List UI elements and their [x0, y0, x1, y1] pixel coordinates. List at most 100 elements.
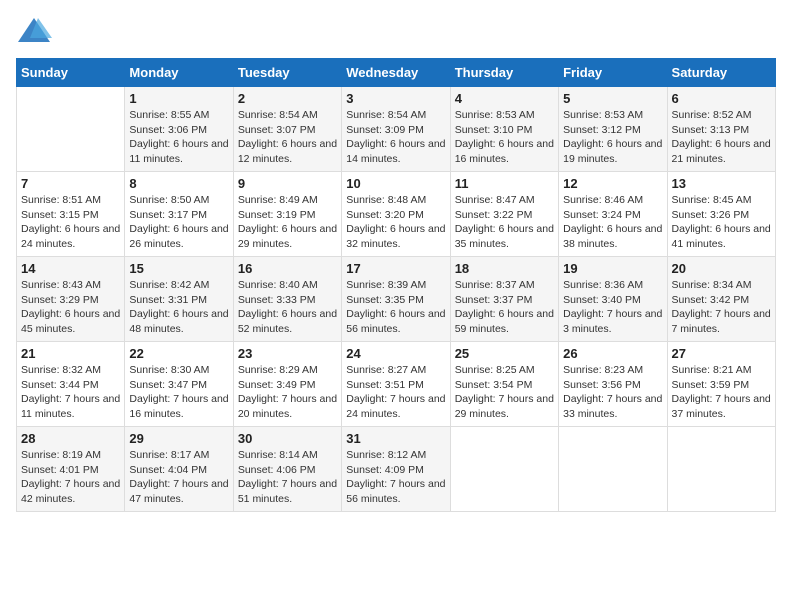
day-detail: Sunrise: 8:37 AMSunset: 3:37 PMDaylight:… — [455, 278, 554, 337]
day-number: 17 — [346, 261, 445, 276]
day-detail: Sunrise: 8:29 AMSunset: 3:49 PMDaylight:… — [238, 363, 337, 422]
day-cell — [667, 427, 775, 512]
day-cell: 14 Sunrise: 8:43 AMSunset: 3:29 PMDayligh… — [17, 257, 125, 342]
day-number: 4 — [455, 91, 554, 106]
week-row-5: 28 Sunrise: 8:19 AMSunset: 4:01 PMDayligh… — [17, 427, 776, 512]
day-detail: Sunrise: 8:34 AMSunset: 3:42 PMDaylight:… — [672, 278, 771, 337]
col-friday: Friday — [559, 59, 667, 87]
week-row-2: 7 Sunrise: 8:51 AMSunset: 3:15 PMDaylight… — [17, 172, 776, 257]
day-detail: Sunrise: 8:46 AMSunset: 3:24 PMDaylight:… — [563, 193, 662, 252]
day-detail: Sunrise: 8:50 AMSunset: 3:17 PMDaylight:… — [129, 193, 228, 252]
day-detail: Sunrise: 8:21 AMSunset: 3:59 PMDaylight:… — [672, 363, 771, 422]
page-header — [16, 16, 776, 46]
col-tuesday: Tuesday — [233, 59, 341, 87]
day-cell: 6 Sunrise: 8:52 AMSunset: 3:13 PMDaylight… — [667, 87, 775, 172]
day-cell: 7 Sunrise: 8:51 AMSunset: 3:15 PMDaylight… — [17, 172, 125, 257]
day-detail: Sunrise: 8:54 AMSunset: 3:07 PMDaylight:… — [238, 108, 337, 167]
day-number: 6 — [672, 91, 771, 106]
day-cell: 2 Sunrise: 8:54 AMSunset: 3:07 PMDaylight… — [233, 87, 341, 172]
day-detail: Sunrise: 8:43 AMSunset: 3:29 PMDaylight:… — [21, 278, 120, 337]
day-number: 21 — [21, 346, 120, 361]
day-number: 2 — [238, 91, 337, 106]
day-cell — [559, 427, 667, 512]
day-cell: 26Sunrise: 8:23 AMSunset: 3:56 PMDayligh… — [559, 342, 667, 427]
day-cell: 28 Sunrise: 8:19 AMSunset: 4:01 PMDayligh… — [17, 427, 125, 512]
day-detail: Sunrise: 8:14 AMSunset: 4:06 PMDaylight:… — [238, 448, 337, 507]
day-number: 11 — [455, 176, 554, 191]
day-cell: 10 Sunrise: 8:48 AMSunset: 3:20 PMDayligh… — [342, 172, 450, 257]
day-cell: 25Sunrise: 8:25 AMSunset: 3:54 PMDayligh… — [450, 342, 558, 427]
day-detail: Sunrise: 8:51 AMSunset: 3:15 PMDaylight:… — [21, 193, 120, 252]
day-detail: Sunrise: 8:30 AMSunset: 3:47 PMDaylight:… — [129, 363, 228, 422]
week-row-3: 14 Sunrise: 8:43 AMSunset: 3:29 PMDayligh… — [17, 257, 776, 342]
day-detail: Sunrise: 8:54 AMSunset: 3:09 PMDaylight:… — [346, 108, 445, 167]
day-cell: 16 Sunrise: 8:40 AMSunset: 3:33 PMDayligh… — [233, 257, 341, 342]
day-cell: 23 Sunrise: 8:29 AMSunset: 3:49 PMDayligh… — [233, 342, 341, 427]
header-row: Sunday Monday Tuesday Wednesday Thursday… — [17, 59, 776, 87]
day-cell: 12Sunrise: 8:46 AMSunset: 3:24 PMDayligh… — [559, 172, 667, 257]
day-detail: Sunrise: 8:55 AMSunset: 3:06 PMDaylight:… — [129, 108, 228, 167]
day-detail: Sunrise: 8:53 AMSunset: 3:10 PMDaylight:… — [455, 108, 554, 167]
day-number: 28 — [21, 431, 120, 446]
logo — [16, 16, 56, 46]
day-detail: Sunrise: 8:36 AMSunset: 3:40 PMDaylight:… — [563, 278, 662, 337]
week-row-4: 21 Sunrise: 8:32 AMSunset: 3:44 PMDayligh… — [17, 342, 776, 427]
day-number: 20 — [672, 261, 771, 276]
col-wednesday: Wednesday — [342, 59, 450, 87]
day-number: 13 — [672, 176, 771, 191]
day-cell: 21 Sunrise: 8:32 AMSunset: 3:44 PMDayligh… — [17, 342, 125, 427]
day-detail: Sunrise: 8:45 AMSunset: 3:26 PMDaylight:… — [672, 193, 771, 252]
day-number: 30 — [238, 431, 337, 446]
day-number: 19 — [563, 261, 662, 276]
day-cell: 31 Sunrise: 8:12 AMSunset: 4:09 PMDayligh… — [342, 427, 450, 512]
day-cell: 19 Sunrise: 8:36 AMSunset: 3:40 PMDayligh… — [559, 257, 667, 342]
day-number: 8 — [129, 176, 228, 191]
day-cell: 9Sunrise: 8:49 AMSunset: 3:19 PMDaylight… — [233, 172, 341, 257]
day-number: 27 — [672, 346, 771, 361]
day-cell: 13 Sunrise: 8:45 AMSunset: 3:26 PMDayligh… — [667, 172, 775, 257]
day-detail: Sunrise: 8:47 AMSunset: 3:22 PMDaylight:… — [455, 193, 554, 252]
col-monday: Monday — [125, 59, 233, 87]
day-number: 31 — [346, 431, 445, 446]
day-number: 7 — [21, 176, 120, 191]
day-number: 29 — [129, 431, 228, 446]
day-number: 14 — [21, 261, 120, 276]
day-detail: Sunrise: 8:27 AMSunset: 3:51 PMDaylight:… — [346, 363, 445, 422]
day-number: 3 — [346, 91, 445, 106]
day-detail: Sunrise: 8:53 AMSunset: 3:12 PMDaylight:… — [563, 108, 662, 167]
day-cell: 22 Sunrise: 8:30 AMSunset: 3:47 PMDayligh… — [125, 342, 233, 427]
day-cell: 20 Sunrise: 8:34 AMSunset: 3:42 PMDayligh… — [667, 257, 775, 342]
day-detail: Sunrise: 8:42 AMSunset: 3:31 PMDaylight:… — [129, 278, 228, 337]
day-number: 16 — [238, 261, 337, 276]
day-number: 22 — [129, 346, 228, 361]
calendar-body: 1 Sunrise: 8:55 AMSunset: 3:06 PMDaylight… — [17, 87, 776, 512]
day-cell: 5 Sunrise: 8:53 AMSunset: 3:12 PMDaylight… — [559, 87, 667, 172]
day-number: 5 — [563, 91, 662, 106]
day-detail: Sunrise: 8:17 AMSunset: 4:04 PMDaylight:… — [129, 448, 228, 507]
col-saturday: Saturday — [667, 59, 775, 87]
day-detail: Sunrise: 8:19 AMSunset: 4:01 PMDaylight:… — [21, 448, 120, 507]
day-number: 24 — [346, 346, 445, 361]
day-detail: Sunrise: 8:12 AMSunset: 4:09 PMDaylight:… — [346, 448, 445, 507]
day-cell: 30 Sunrise: 8:14 AMSunset: 4:06 PMDayligh… — [233, 427, 341, 512]
day-detail: Sunrise: 8:48 AMSunset: 3:20 PMDaylight:… — [346, 193, 445, 252]
day-number: 1 — [129, 91, 228, 106]
day-cell: 24 Sunrise: 8:27 AMSunset: 3:51 PMDayligh… — [342, 342, 450, 427]
day-cell: 4 Sunrise: 8:53 AMSunset: 3:10 PMDaylight… — [450, 87, 558, 172]
day-detail: Sunrise: 8:40 AMSunset: 3:33 PMDaylight:… — [238, 278, 337, 337]
day-detail: Sunrise: 8:23 AMSunset: 3:56 PMDaylight:… — [563, 363, 662, 422]
day-detail: Sunrise: 8:39 AMSunset: 3:35 PMDaylight:… — [346, 278, 445, 337]
day-number: 15 — [129, 261, 228, 276]
day-cell: 11 Sunrise: 8:47 AMSunset: 3:22 PMDayligh… — [450, 172, 558, 257]
day-cell: 1 Sunrise: 8:55 AMSunset: 3:06 PMDaylight… — [125, 87, 233, 172]
day-detail: Sunrise: 8:32 AMSunset: 3:44 PMDaylight:… — [21, 363, 120, 422]
day-number: 18 — [455, 261, 554, 276]
col-sunday: Sunday — [17, 59, 125, 87]
day-cell: 3 Sunrise: 8:54 AMSunset: 3:09 PMDaylight… — [342, 87, 450, 172]
day-number: 23 — [238, 346, 337, 361]
day-number: 9 — [238, 176, 337, 191]
day-detail: Sunrise: 8:52 AMSunset: 3:13 PMDaylight:… — [672, 108, 771, 167]
day-cell: 15 Sunrise: 8:42 AMSunset: 3:31 PMDayligh… — [125, 257, 233, 342]
day-number: 10 — [346, 176, 445, 191]
day-cell: 8 Sunrise: 8:50 AMSunset: 3:17 PMDaylight… — [125, 172, 233, 257]
